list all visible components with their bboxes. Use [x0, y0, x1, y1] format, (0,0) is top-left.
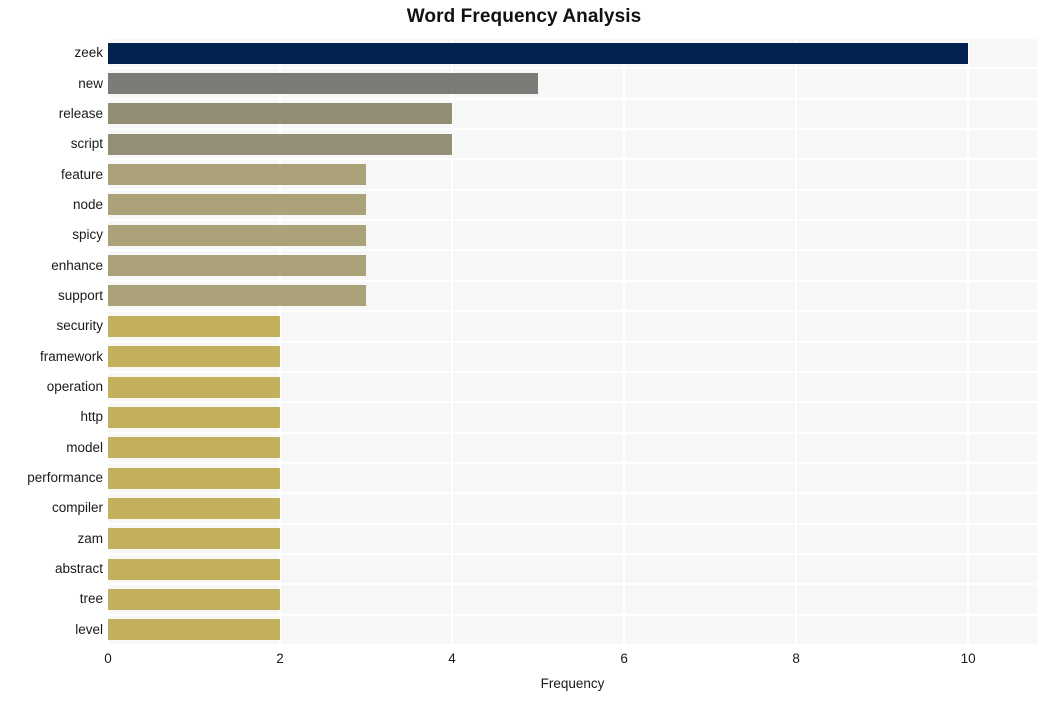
gridline-horizontal [108, 613, 1037, 616]
gridline-horizontal [108, 340, 1037, 343]
x-axis-tick-label: 8 [792, 651, 800, 666]
bar[interactable] [108, 588, 281, 610]
gridline-horizontal [108, 128, 1037, 131]
bar[interactable] [108, 558, 281, 580]
bar[interactable] [108, 437, 281, 459]
y-axis-tick-label: tree [79, 591, 103, 607]
x-axis-tick-label: 0 [104, 651, 112, 666]
y-axis-tick-label: abstract [54, 561, 103, 577]
bar[interactable] [108, 224, 367, 246]
bar[interactable] [108, 406, 281, 428]
y-axis-tick-label: release [58, 105, 103, 121]
bar[interactable] [108, 103, 453, 125]
gridline-horizontal [108, 249, 1037, 252]
gridline-horizontal [108, 67, 1037, 70]
gridline-horizontal [108, 401, 1037, 404]
gridline-horizontal [108, 552, 1037, 555]
gridline-horizontal [108, 219, 1037, 222]
x-axis: 0 2 4 6 8 10 Frequency [0, 645, 1048, 701]
bar[interactable] [108, 255, 367, 277]
gridline-horizontal [108, 97, 1037, 100]
gridline-horizontal [108, 431, 1037, 434]
y-axis-tick-label: performance [27, 470, 103, 486]
y-axis-tick-label: http [80, 409, 103, 425]
gridline-horizontal [108, 188, 1037, 191]
y-axis-tick-label: level [75, 621, 103, 637]
y-axis-tick-label: zam [77, 530, 103, 546]
chart-title: Word Frequency Analysis [406, 6, 642, 27]
bar[interactable] [108, 164, 367, 186]
bar[interactable] [108, 42, 969, 64]
gridline-horizontal [108, 158, 1037, 161]
chart-figure: Word Frequency Analysis zeek new release sc… [0, 0, 1048, 701]
x-axis-label: Frequency [540, 676, 605, 691]
gridline-horizontal [108, 310, 1037, 313]
bar[interactable] [108, 619, 281, 641]
y-axis-tick-label: zeek [74, 45, 103, 61]
bar[interactable] [108, 467, 281, 489]
x-axis-tick-label: 2 [276, 651, 284, 666]
y-axis-tick-label: enhance [51, 257, 103, 273]
bar[interactable] [108, 194, 367, 216]
gridline-horizontal [108, 370, 1037, 373]
gridline-horizontal [108, 279, 1037, 282]
gridline-horizontal [108, 583, 1037, 586]
bar[interactable] [108, 376, 281, 398]
y-axis-tick-labels: zeek new release script feature node spicy enha… [0, 38, 103, 645]
y-axis-tick-label: framework [39, 348, 103, 364]
bar[interactable] [108, 73, 539, 95]
plot-area [108, 38, 1037, 645]
y-axis-tick-label: node [72, 196, 103, 212]
x-axis-tick-label: 10 [960, 651, 976, 666]
gridline-horizontal [108, 522, 1037, 525]
bar[interactable] [108, 497, 281, 519]
bar[interactable] [108, 346, 281, 368]
y-axis-tick-label: script [70, 136, 103, 152]
y-axis-tick-label: security [56, 318, 103, 334]
y-axis-tick-label: operation [46, 379, 103, 395]
bar[interactable] [108, 285, 367, 307]
bar[interactable] [108, 528, 281, 550]
bar[interactable] [108, 315, 281, 337]
y-axis-tick-label: feature [60, 166, 103, 182]
x-axis-tick-label: 4 [448, 651, 456, 666]
y-axis-tick-label: model [66, 439, 103, 455]
y-axis-tick-label: spicy [72, 227, 103, 243]
gridline-horizontal [108, 492, 1037, 495]
y-axis-tick-label: compiler [51, 500, 103, 516]
x-axis-tick-label: 6 [620, 651, 628, 666]
y-axis-tick-label: support [57, 287, 103, 303]
bar[interactable] [108, 133, 453, 155]
gridline-horizontal [108, 38, 1037, 39]
y-axis-tick-label: new [78, 75, 103, 91]
gridline-horizontal [108, 461, 1037, 464]
